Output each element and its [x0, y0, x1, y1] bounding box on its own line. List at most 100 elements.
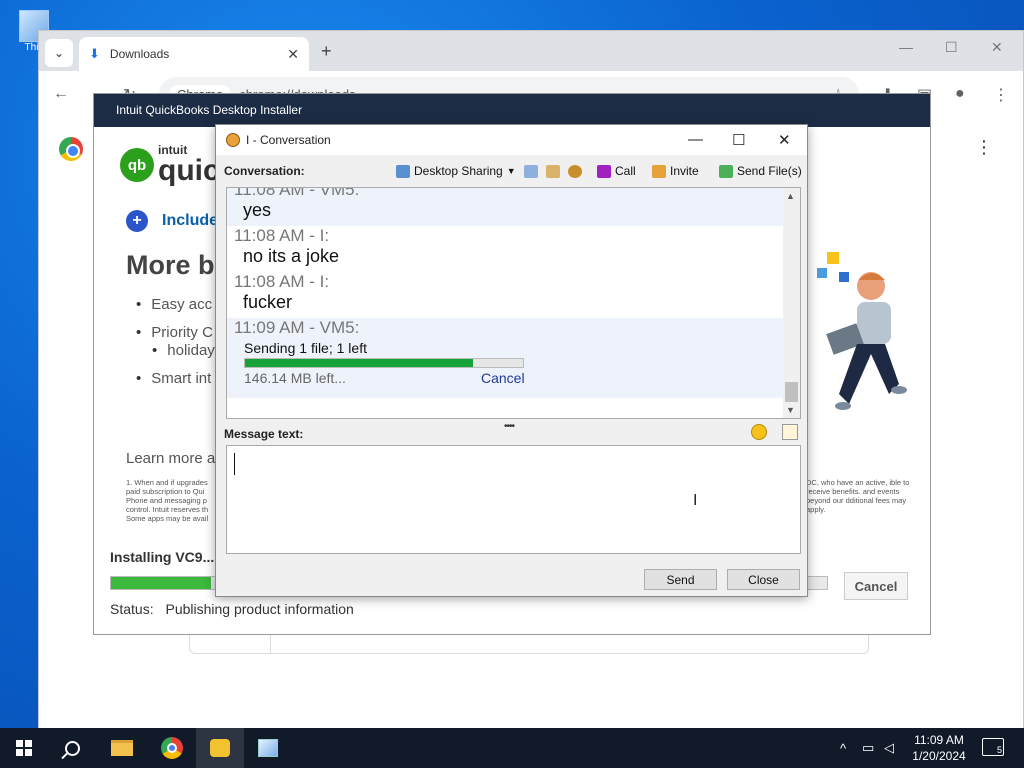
- new-tab-button[interactable]: +: [321, 41, 332, 62]
- clock[interactable]: 11:09 AM 1/20/2024: [904, 732, 974, 764]
- call-button[interactable]: Call: [597, 164, 636, 178]
- message-header: 11:08 AM - VM5:: [234, 187, 360, 199]
- gear-icon: [568, 164, 582, 178]
- logo-quick-text: quic: [158, 154, 220, 187]
- convo-maximize-button[interactable]: ☐: [732, 131, 745, 149]
- chrome-logo-icon: [59, 137, 83, 161]
- desktop-sharing-button[interactable]: Desktop Sharing ▼: [396, 164, 516, 178]
- conversation-toolbar: Conversation: Desktop Sharing ▼ Call Invi…: [216, 159, 807, 183]
- conversation-window: I - Conversation — ☐ ✕ Conversation: Des…: [215, 124, 808, 597]
- settings-button[interactable]: [568, 164, 582, 178]
- message-header: 11:09 AM - VM5:: [234, 318, 360, 337]
- bullet-item: Priority C: [136, 324, 222, 342]
- status-value: Publishing product information: [165, 601, 354, 617]
- message-body: fucker: [243, 292, 293, 312]
- plus-icon: +: [126, 210, 148, 232]
- folder-icon: [111, 740, 133, 756]
- scroll-thumb[interactable]: [785, 382, 798, 402]
- text-caret: [234, 453, 235, 475]
- send-button[interactable]: Send: [644, 569, 717, 590]
- include-row: + Include: [126, 210, 218, 232]
- clock-date: 1/20/2024: [912, 749, 966, 763]
- notification-center-icon[interactable]: 5: [982, 738, 1004, 756]
- profile-icon[interactable]: ●: [955, 85, 965, 103]
- file-transfer-entry: 11:09 AM - VM5: Sending 1 file; 1 left 1…: [227, 318, 783, 398]
- message-text-label: Message text:: [224, 427, 304, 441]
- fine-print-left: 1. When and if upgrades paid subscriptio…: [126, 478, 209, 523]
- emoji-icon[interactable]: [751, 424, 767, 440]
- file-remaining-text: 146.14 MB left...: [244, 370, 346, 386]
- contact-info-button[interactable]: [546, 164, 560, 178]
- network-icon[interactable]: ▭: [862, 728, 874, 768]
- scroll-up-icon[interactable]: ▲: [786, 191, 795, 201]
- message-body: yes: [243, 200, 272, 220]
- message-header: 11:08 AM - I:: [234, 272, 330, 291]
- menu-icon[interactable]: ⋮: [993, 85, 1009, 105]
- clock-time: 11:09 AM: [914, 733, 964, 747]
- quickbooks-logo: qb intuit quic: [120, 144, 220, 186]
- format-text-icon[interactable]: [782, 424, 798, 440]
- send-files-button[interactable]: Send File(s): [719, 164, 802, 178]
- search-icon: [64, 740, 80, 756]
- search-button[interactable]: [48, 728, 96, 768]
- promo-heading: More b: [126, 250, 215, 280]
- tab-close-icon[interactable]: ✕: [287, 46, 299, 63]
- bullet-item: Easy acc: [136, 296, 222, 314]
- message-entry: 11:08 AM - VM5: yes: [227, 187, 783, 226]
- conversation-title: I - Conversation: [246, 133, 331, 147]
- conversation-titlebar: I - Conversation — ☐ ✕: [216, 125, 807, 155]
- desktop-sharing-icon: [396, 164, 410, 178]
- maximize-button[interactable]: ☐: [945, 39, 958, 56]
- status-label: Status:: [110, 601, 154, 617]
- scroll-down-icon[interactable]: ▼: [786, 405, 795, 415]
- notes-button[interactable]: [524, 164, 538, 178]
- chat-icon: [210, 739, 230, 757]
- invite-people-icon: [652, 164, 666, 178]
- download-icon: ⬇: [89, 46, 100, 61]
- back-icon[interactable]: ←: [53, 85, 69, 103]
- tab-downloads[interactable]: ⬇ Downloads ✕: [79, 37, 309, 71]
- file-cancel-link[interactable]: Cancel: [481, 370, 525, 386]
- installer-icon: [258, 739, 278, 757]
- tab-search-button[interactable]: ⌄: [45, 39, 73, 67]
- bullet-item: holidays: [152, 342, 222, 360]
- installer-taskbar-button[interactable]: [244, 728, 292, 768]
- installer-cancel-button[interactable]: Cancel: [844, 572, 908, 600]
- learn-more-link[interactable]: Learn more a: [126, 450, 215, 467]
- close-button[interactable]: Close: [727, 569, 800, 590]
- convo-close-icon[interactable]: ✕: [778, 131, 791, 149]
- chrome-icon: [161, 737, 183, 759]
- video-call-icon: [597, 164, 611, 178]
- pane-splitter[interactable]: ••••: [504, 421, 515, 432]
- contact-info-icon: [546, 164, 560, 178]
- chat-taskbar-button[interactable]: [196, 728, 244, 768]
- person-icon: [226, 133, 240, 147]
- message-header: 11:08 AM - I:: [234, 226, 330, 245]
- file-transfer-progress: [244, 358, 524, 368]
- start-button[interactable]: [0, 728, 48, 768]
- file-transfer-status: Sending 1 file; 1 left: [244, 340, 367, 356]
- page-menu-icon[interactable]: ⋮: [975, 137, 993, 158]
- conversation-label: Conversation:: [224, 164, 305, 178]
- status-line: Status: Publishing product information: [110, 601, 354, 617]
- fine-print-right: DC, who have an active, ible to receive …: [806, 478, 910, 514]
- message-input[interactable]: I: [226, 445, 801, 554]
- installing-label: Installing VC9...: [110, 549, 215, 565]
- show-hidden-icons[interactable]: ^: [840, 728, 846, 768]
- tab-strip: ⌄ ⬇ Downloads ✕ + — ☐ ✕: [39, 31, 1023, 71]
- message-scrollbar[interactable]: ▲ ▼: [783, 188, 800, 418]
- windows-logo-icon: [16, 740, 32, 756]
- chrome-taskbar-button[interactable]: [148, 728, 196, 768]
- installer-title: Intuit QuickBooks Desktop Installer: [94, 94, 930, 127]
- convo-minimize-button[interactable]: —: [688, 131, 703, 148]
- volume-muted-icon[interactable]: ◁: [884, 728, 894, 768]
- close-window-button[interactable]: ✕: [991, 39, 1003, 56]
- invite-button[interactable]: Invite: [652, 164, 699, 178]
- file-explorer-button[interactable]: [98, 728, 146, 768]
- minimize-button[interactable]: —: [899, 39, 913, 55]
- bullet-item: Smart int: [136, 370, 222, 388]
- message-history: 11:08 AM - VM5: yes 11:08 AM - I: no its…: [226, 187, 801, 419]
- person-illustration: [817, 252, 907, 410]
- message-entry: 11:08 AM - I: fucker: [227, 272, 783, 318]
- input-scrollbar[interactable]: [783, 446, 800, 553]
